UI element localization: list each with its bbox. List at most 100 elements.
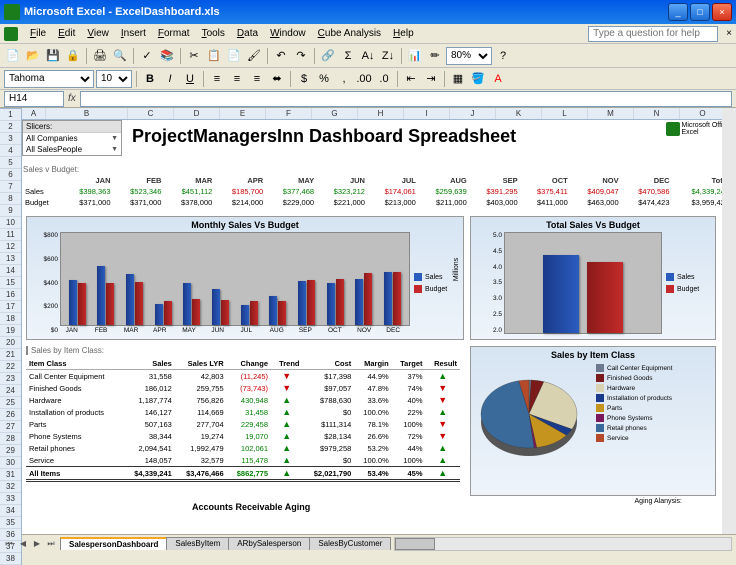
- col-header[interactable]: C: [128, 108, 174, 119]
- row-header[interactable]: 13: [0, 253, 21, 265]
- hyperlink-icon[interactable]: 🔗: [319, 47, 337, 65]
- vertical-scrollbar[interactable]: [722, 108, 736, 534]
- sheet-tab-salesbycustomer[interactable]: SalesByCustomer: [309, 537, 391, 550]
- sheet-tab-arbysalesperson[interactable]: ARbySalesperson: [228, 537, 310, 550]
- monthly-sales-chart[interactable]: Monthly Sales Vs Budget Thousands$800$60…: [26, 216, 464, 340]
- slicer-salespeople[interactable]: All SalesPeople▼: [23, 144, 121, 155]
- total-sales-chart[interactable]: Total Sales Vs Budget Millions5.04.54.03…: [470, 216, 716, 340]
- sheet-tab-salesbyitem[interactable]: SalesByItem: [166, 537, 229, 550]
- font-color-icon[interactable]: A: [489, 70, 507, 88]
- chart-wizard-icon[interactable]: 📊: [406, 47, 424, 65]
- row-header[interactable]: 30: [0, 457, 21, 469]
- fx-icon[interactable]: fx: [68, 93, 76, 104]
- new-icon[interactable]: 📄: [4, 47, 22, 65]
- drawing-icon[interactable]: ✏: [426, 47, 444, 65]
- redo-icon[interactable]: ↷: [292, 47, 310, 65]
- row-header[interactable]: 22: [0, 361, 21, 373]
- menu-insert[interactable]: Insert: [115, 26, 152, 41]
- row-header[interactable]: 4: [0, 145, 21, 157]
- help-icon[interactable]: ?: [494, 47, 512, 65]
- permission-icon[interactable]: 🔒: [64, 47, 82, 65]
- row-header[interactable]: 9: [0, 205, 21, 217]
- formula-input[interactable]: [80, 91, 732, 107]
- row-header[interactable]: 27: [0, 421, 21, 433]
- tab-nav-first-icon[interactable]: ⏮: [2, 537, 16, 551]
- row-header[interactable]: 33: [0, 493, 21, 505]
- col-header[interactable]: F: [266, 108, 312, 119]
- research-icon[interactable]: 📚: [158, 47, 176, 65]
- col-header[interactable]: J: [450, 108, 496, 119]
- font-name-select[interactable]: Tahoma: [4, 70, 94, 88]
- help-search[interactable]: [588, 26, 718, 42]
- tab-nav-next-icon[interactable]: ▶: [30, 537, 44, 551]
- doc-close-button[interactable]: ×: [726, 28, 732, 39]
- row-header[interactable]: 6: [0, 169, 21, 181]
- row-header[interactable]: 29: [0, 445, 21, 457]
- scroll-thumb[interactable]: [395, 538, 435, 550]
- col-header[interactable]: E: [220, 108, 266, 119]
- row-header[interactable]: 34: [0, 505, 21, 517]
- tab-nav-prev-icon[interactable]: ◀: [16, 537, 30, 551]
- menu-data[interactable]: Data: [231, 26, 264, 41]
- horizontal-scrollbar[interactable]: [394, 537, 732, 551]
- font-size-select[interactable]: 10: [96, 70, 132, 88]
- sheet-tab-salespersondashboard[interactable]: SalespersonDashboard: [60, 537, 167, 550]
- row-header[interactable]: 16: [0, 289, 21, 301]
- col-header[interactable]: G: [312, 108, 358, 119]
- menu-file[interactable]: File: [24, 26, 52, 41]
- increase-decimal-icon[interactable]: .00: [355, 70, 373, 88]
- borders-icon[interactable]: ▦: [449, 70, 467, 88]
- italic-icon[interactable]: I: [161, 70, 179, 88]
- menu-window[interactable]: Window: [264, 26, 312, 41]
- format-painter-icon[interactable]: 🖌: [245, 47, 263, 65]
- col-header[interactable]: A: [22, 108, 46, 119]
- row-header[interactable]: 18: [0, 313, 21, 325]
- row-header[interactable]: 38: [0, 553, 21, 565]
- menu-view[interactable]: View: [81, 26, 115, 41]
- name-box[interactable]: [4, 91, 64, 107]
- col-header[interactable]: N: [634, 108, 680, 119]
- row-header[interactable]: 21: [0, 349, 21, 361]
- paste-icon[interactable]: 📄: [225, 47, 243, 65]
- autosum-icon[interactable]: Σ: [339, 47, 357, 65]
- decrease-decimal-icon[interactable]: .0: [375, 70, 393, 88]
- excel-doc-icon[interactable]: [4, 27, 18, 41]
- help-search-input[interactable]: [588, 26, 718, 42]
- row-header[interactable]: 14: [0, 265, 21, 277]
- percent-icon[interactable]: %: [315, 70, 333, 88]
- print-icon[interactable]: 🖨: [91, 47, 109, 65]
- row-header[interactable]: 20: [0, 337, 21, 349]
- col-header[interactable]: I: [404, 108, 450, 119]
- tab-nav-last-icon[interactable]: ⏭: [44, 537, 58, 551]
- minimize-button[interactable]: _: [668, 3, 688, 21]
- bold-icon[interactable]: B: [141, 70, 159, 88]
- decrease-indent-icon[interactable]: ⇤: [402, 70, 420, 88]
- comma-icon[interactable]: ,: [335, 70, 353, 88]
- merge-center-icon[interactable]: ⬌: [268, 70, 286, 88]
- row-header[interactable]: 25: [0, 397, 21, 409]
- menu-help[interactable]: Help: [387, 26, 420, 41]
- menu-format[interactable]: Format: [152, 26, 196, 41]
- row-header[interactable]: 19: [0, 325, 21, 337]
- col-header[interactable]: M: [588, 108, 634, 119]
- align-left-icon[interactable]: ≡: [208, 70, 226, 88]
- sales-by-class-pie-chart[interactable]: Sales by Item Class Call Center Equipmen…: [470, 346, 716, 496]
- align-center-icon[interactable]: ≡: [228, 70, 246, 88]
- col-header[interactable]: O: [680, 108, 726, 119]
- row-header[interactable]: 32: [0, 481, 21, 493]
- close-button[interactable]: ×: [712, 3, 732, 21]
- menu-edit[interactable]: Edit: [52, 26, 81, 41]
- row-header[interactable]: 3: [0, 133, 21, 145]
- underline-icon[interactable]: U: [181, 70, 199, 88]
- col-header[interactable]: L: [542, 108, 588, 119]
- cut-icon[interactable]: ✂: [185, 47, 203, 65]
- save-icon[interactable]: 💾: [44, 47, 62, 65]
- undo-icon[interactable]: ↶: [272, 47, 290, 65]
- increase-indent-icon[interactable]: ⇥: [422, 70, 440, 88]
- menu-tools[interactable]: Tools: [196, 26, 231, 41]
- row-header[interactable]: 31: [0, 469, 21, 481]
- print-preview-icon[interactable]: 🔍: [111, 47, 129, 65]
- sort-asc-icon[interactable]: A↓: [359, 47, 377, 65]
- row-header[interactable]: 35: [0, 517, 21, 529]
- row-header[interactable]: 11: [0, 229, 21, 241]
